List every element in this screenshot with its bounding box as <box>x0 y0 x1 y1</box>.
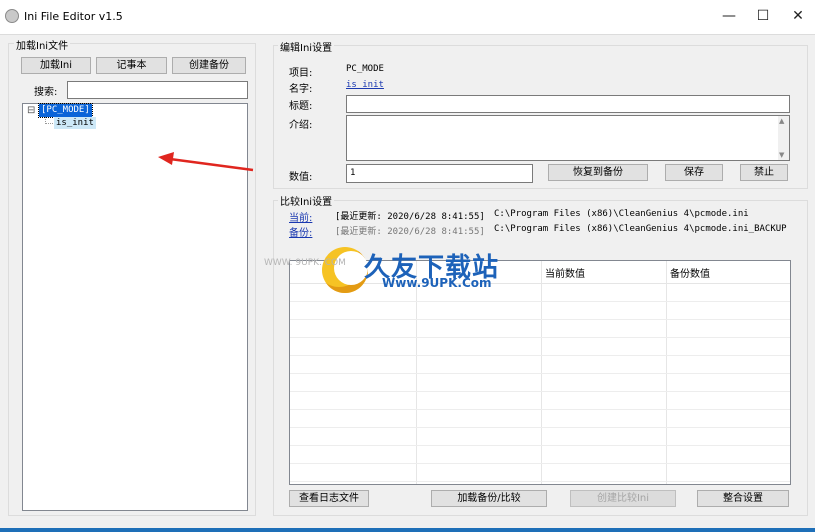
search-label: 搜索: <box>34 87 58 98</box>
item-value: PC_MODE <box>346 64 384 74</box>
edit-ini-group-title: 编辑Ini设置 <box>278 39 335 54</box>
value-input[interactable]: 1 <box>346 164 533 183</box>
name-label: 名字: <box>289 84 313 95</box>
item-label: 项目: <box>289 68 313 79</box>
backup-link[interactable]: 备份: <box>289 224 312 239</box>
save-button[interactable]: 保存 <box>665 164 723 181</box>
intro-textarea[interactable] <box>346 115 790 161</box>
close-button[interactable]: ✕ <box>781 0 815 32</box>
scroll-up-icon[interactable]: ▲ <box>779 117 784 125</box>
load-ini-group-title: 加载Ini文件 <box>14 37 71 52</box>
maximize-icon: ☐ <box>756 8 770 24</box>
value-label: 数值: <box>289 172 313 183</box>
grid-row-line <box>290 445 790 446</box>
window-bottom-edge <box>0 528 815 532</box>
backup-path: C:\Program Files (x86)\CleanGenius 4\pcm… <box>494 224 787 234</box>
watermark-url-faint: WWW. 9UPK. COM <box>264 258 346 268</box>
arrow-annotation-icon <box>158 152 254 172</box>
tree-collapse-icon[interactable]: ⊟ <box>27 106 35 116</box>
heading-input[interactable] <box>346 95 790 113</box>
app-icon <box>5 9 19 23</box>
grid-row-line <box>290 319 790 320</box>
load-ini-button[interactable]: 加载Ini <box>21 57 91 74</box>
grid-row-line <box>290 481 790 482</box>
current-updated: [最近更新: 2020/6/28 8:41:55] <box>335 212 485 222</box>
grid-header-current: 当前数值 <box>545 269 585 280</box>
notepad-button[interactable]: 记事本 <box>96 57 167 74</box>
grid-row-line <box>290 391 790 392</box>
grid-row-line <box>290 427 790 428</box>
grid-row-line <box>290 355 790 356</box>
tree-node-pc-mode[interactable]: [PC_MODE] <box>38 103 93 118</box>
current-path: C:\Program Files (x86)\CleanGenius 4\pcm… <box>494 209 749 219</box>
intro-label: 介绍: <box>289 120 313 131</box>
create-compare-ini-button[interactable]: 创建比较Ini <box>570 490 676 507</box>
load-backup-compare-button[interactable]: 加载备份/比较 <box>431 490 547 507</box>
close-icon: ✕ <box>792 8 804 24</box>
compare-ini-group-title: 比较Ini设置 <box>278 193 335 208</box>
restore-backup-button[interactable]: 恢复到备份 <box>548 164 648 181</box>
grid-row-line <box>290 409 790 410</box>
tree-node-is-init[interactable]: is_init <box>54 117 96 129</box>
minimize-icon: — <box>722 8 736 24</box>
window-title: Ini File Editor v1.5 <box>24 10 123 23</box>
watermark-url: Www.9UPK.Com <box>382 276 492 290</box>
backup-updated: [最近更新: 2020/6/28 8:41:55] <box>335 227 485 237</box>
maximize-button[interactable]: ☐ <box>746 0 780 32</box>
current-link[interactable]: 当前: <box>289 209 312 224</box>
disable-button[interactable]: 禁止 <box>740 164 788 181</box>
tree-connector <box>45 123 53 125</box>
grid-row-line <box>290 301 790 302</box>
minimize-button[interactable]: — <box>712 0 746 32</box>
grid-row-line <box>290 463 790 464</box>
view-log-button[interactable]: 查看日志文件 <box>289 490 369 507</box>
grid-row-line <box>290 337 790 338</box>
heading-label: 标题: <box>289 101 313 112</box>
grid-header-backup: 备份数值 <box>670 269 710 280</box>
create-backup-button[interactable]: 创建备份 <box>172 57 246 74</box>
name-link[interactable]: is_init <box>346 80 384 90</box>
merge-settings-button[interactable]: 整合设置 <box>697 490 789 507</box>
search-input[interactable] <box>67 81 248 99</box>
watermark-logo-inner-icon <box>334 251 368 285</box>
title-bar: Ini File Editor v1.5 — ☐ ✕ <box>0 0 815 34</box>
grid-row-line <box>290 373 790 374</box>
scroll-down-icon[interactable]: ▼ <box>779 151 784 159</box>
